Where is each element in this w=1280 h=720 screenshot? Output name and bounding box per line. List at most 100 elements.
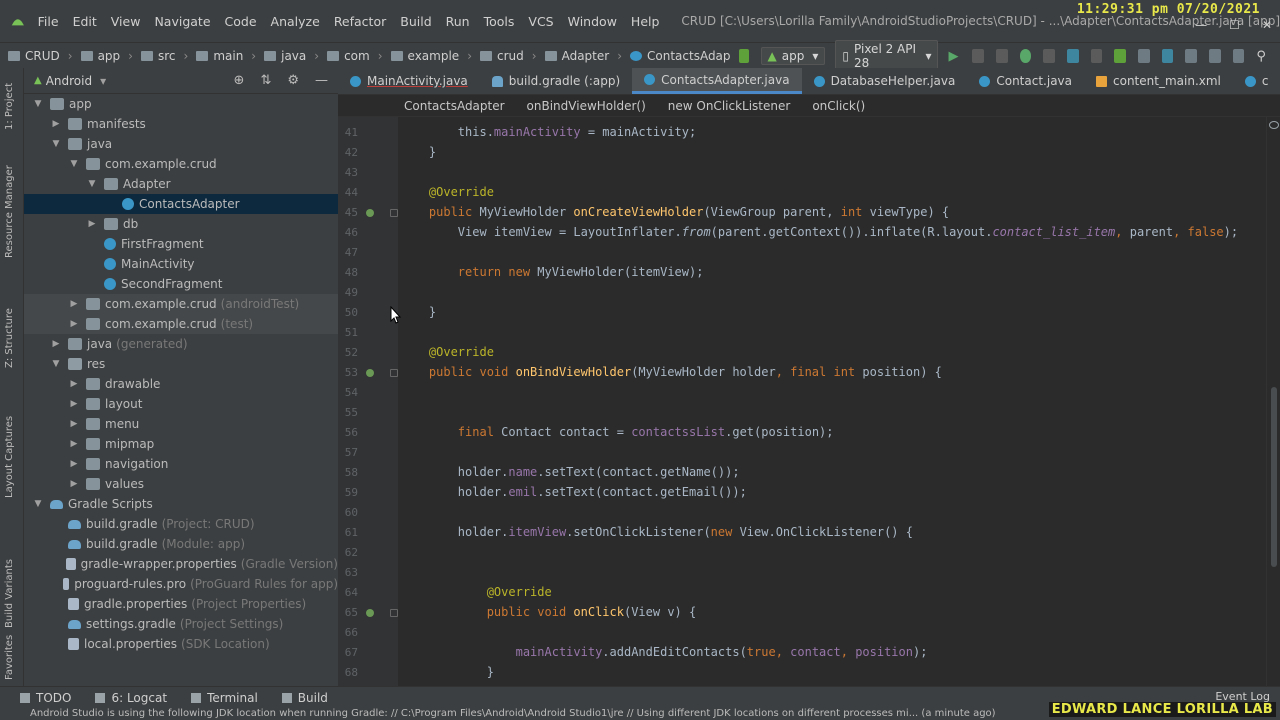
breadcrumb-item[interactable]: example › bbox=[390, 49, 472, 63]
tree-item[interactable]: ▶ java (generated) bbox=[24, 334, 338, 354]
chevron-down-icon[interactable]: ▾ bbox=[100, 74, 106, 88]
editor-tab[interactable]: build.gradle (:app) bbox=[480, 68, 632, 94]
tool-button-build[interactable]: Build bbox=[281, 691, 328, 705]
gear-icon[interactable]: ⚙ bbox=[287, 73, 299, 88]
menu-item-file[interactable]: File bbox=[38, 14, 59, 29]
tree-item[interactable]: ▶ values bbox=[24, 474, 338, 494]
editor-breadcrumb-item[interactable]: new OnClickListener bbox=[668, 99, 791, 113]
tree-item[interactable]: ▶ menu bbox=[24, 414, 338, 434]
avd-manager-icon[interactable] bbox=[1137, 48, 1150, 63]
editor-tab[interactable]: content_main.xml bbox=[1084, 68, 1233, 94]
expand-right-icon[interactable]: ▶ bbox=[68, 319, 80, 329]
tree-item[interactable]: ▶ com.example.crud (test) bbox=[24, 314, 338, 334]
tree-item[interactable]: gradle-wrapper.properties (Gradle Version… bbox=[24, 554, 338, 574]
tree-item[interactable]: ▼ com.example.crud bbox=[24, 154, 338, 174]
tree-item[interactable]: build.gradle (Project: CRUD) bbox=[24, 514, 338, 534]
editor-tab[interactable]: MainActivity.java bbox=[338, 68, 480, 94]
scroll-thumb[interactable] bbox=[1271, 387, 1277, 567]
tool-tab-favorites[interactable]: Favorites bbox=[4, 635, 15, 680]
menu-item-analyze[interactable]: Analyze bbox=[271, 14, 320, 29]
code-editor[interactable]: this.mainActivity = mainActivity; } @Ove… bbox=[398, 117, 1266, 686]
tree-item[interactable]: ▼ java bbox=[24, 134, 338, 154]
breadcrumb-item[interactable]: com › bbox=[327, 49, 383, 63]
expand-down-icon[interactable]: ▼ bbox=[32, 499, 44, 509]
fold-icon[interactable] bbox=[390, 369, 398, 377]
fold-icon[interactable] bbox=[390, 609, 398, 617]
tool-tab-layout-captures[interactable]: Layout Captures bbox=[4, 416, 15, 498]
editor-breadcrumb-item[interactable]: onBindViewHolder() bbox=[527, 99, 646, 113]
menu-item-window[interactable]: Window bbox=[568, 14, 617, 29]
attach-debugger-icon[interactable] bbox=[1066, 48, 1079, 63]
tree-item[interactable]: local.properties (SDK Location) bbox=[24, 634, 338, 654]
menu-item-run[interactable]: Run bbox=[446, 14, 470, 29]
breadcrumb-item[interactable]: java › bbox=[264, 49, 319, 63]
tool-button-terminal[interactable]: Terminal bbox=[191, 691, 258, 705]
editor-tab[interactable]: DatabaseHelper.java bbox=[802, 68, 968, 94]
fold-icon[interactable] bbox=[390, 209, 398, 217]
breadcrumb-item[interactable]: ContactsAdap bbox=[630, 49, 731, 63]
build-hammer-icon[interactable] bbox=[738, 48, 749, 63]
minimize-icon[interactable]: — bbox=[1195, 18, 1207, 32]
override-marker-icon[interactable] bbox=[366, 369, 374, 377]
expand-right-icon[interactable]: ▶ bbox=[50, 339, 62, 349]
tree-item[interactable]: MainActivity bbox=[24, 254, 338, 274]
tree-item[interactable]: FirstFragment bbox=[24, 234, 338, 254]
expand-down-icon[interactable]: ▼ bbox=[86, 179, 98, 189]
project-structure-icon[interactable] bbox=[1185, 48, 1198, 63]
menu-item-navigate[interactable]: Navigate bbox=[154, 14, 210, 29]
device-explorer-icon[interactable] bbox=[1232, 48, 1245, 63]
breadcrumb-item[interactable]: Adapter › bbox=[544, 49, 622, 63]
breadcrumb-item[interactable]: CRUD › bbox=[8, 49, 73, 63]
expand-right-icon[interactable]: ▶ bbox=[68, 399, 80, 409]
breadcrumb-item[interactable]: main › bbox=[196, 49, 256, 63]
tool-tab-build-variants[interactable]: Build Variants bbox=[4, 559, 15, 628]
menu-item-refactor[interactable]: Refactor bbox=[334, 14, 386, 29]
apply-changes-icon[interactable] bbox=[972, 48, 984, 63]
menu-item-help[interactable]: Help bbox=[631, 14, 660, 29]
editor-breadcrumb-item[interactable]: onClick() bbox=[812, 99, 865, 113]
expand-down-icon[interactable]: ▼ bbox=[50, 359, 62, 369]
layout-inspector-icon[interactable] bbox=[1209, 48, 1221, 63]
tree-item[interactable]: ▼ app bbox=[24, 94, 338, 114]
expand-right-icon[interactable]: ▶ bbox=[68, 439, 80, 449]
tree-item[interactable]: ▶ com.example.crud (androidTest) bbox=[24, 294, 338, 314]
menu-item-code[interactable]: Code bbox=[225, 14, 257, 29]
editor-tab[interactable]: Contact.java bbox=[967, 68, 1084, 94]
device-select[interactable]: ▯ Pixel 2 API 28 ▾ bbox=[835, 39, 939, 72]
tree-item[interactable]: gradle.properties (Project Properties) bbox=[24, 594, 338, 614]
apply-code-changes-icon[interactable] bbox=[995, 48, 1008, 63]
menu-item-edit[interactable]: Edit bbox=[73, 14, 97, 29]
tree-item[interactable]: ▼ Gradle Scripts bbox=[24, 494, 338, 514]
expand-down-icon[interactable]: ▼ bbox=[32, 99, 44, 109]
stop-icon[interactable] bbox=[1090, 48, 1103, 63]
tree-item[interactable]: ▶ layout bbox=[24, 394, 338, 414]
expand-right-icon[interactable]: ▶ bbox=[86, 219, 98, 229]
tree-item[interactable]: settings.gradle (Project Settings) bbox=[24, 614, 338, 634]
tree-item[interactable]: build.gradle (Module: app) bbox=[24, 534, 338, 554]
override-marker-icon[interactable] bbox=[366, 609, 374, 617]
breadcrumb-item[interactable]: crud › bbox=[480, 49, 537, 63]
profile-icon[interactable] bbox=[1043, 48, 1055, 63]
project-view-select[interactable]: Android bbox=[46, 74, 92, 88]
expand-right-icon[interactable]: ▶ bbox=[68, 419, 80, 429]
run-config-select[interactable]: ▲ app ▾ bbox=[760, 46, 826, 65]
tree-item[interactable]: ▼ res bbox=[24, 354, 338, 374]
expand-right-icon[interactable]: ▶ bbox=[68, 299, 80, 309]
close-icon[interactable]: ✕ bbox=[1262, 18, 1272, 32]
breadcrumb-item[interactable]: app › bbox=[80, 49, 133, 63]
tool-tab-1-project[interactable]: 1: Project bbox=[4, 83, 15, 130]
search-icon[interactable]: ⚲ bbox=[1256, 49, 1268, 64]
breadcrumb-item[interactable]: src › bbox=[140, 49, 188, 63]
tree-item[interactable]: ▶ navigation bbox=[24, 454, 338, 474]
editor-scrollbar[interactable] bbox=[1266, 117, 1280, 686]
override-marker-icon[interactable] bbox=[366, 209, 374, 217]
tool-tab-resource-manager[interactable]: Resource Manager bbox=[4, 165, 15, 258]
tree-item[interactable]: ▶ mipmap bbox=[24, 434, 338, 454]
hide-panel-icon[interactable]: — bbox=[315, 73, 328, 88]
tree-item[interactable]: proguard-rules.pro (ProGuard Rules for ap… bbox=[24, 574, 338, 594]
tree-item[interactable]: ContactsAdapter bbox=[24, 194, 338, 214]
menu-item-view[interactable]: View bbox=[111, 14, 141, 29]
collapse-all-icon[interactable]: ⇅ bbox=[260, 73, 271, 88]
menu-item-vcs[interactable]: VCS bbox=[528, 14, 553, 29]
editor-tab[interactable]: ContactsAdapter.java bbox=[632, 68, 802, 94]
